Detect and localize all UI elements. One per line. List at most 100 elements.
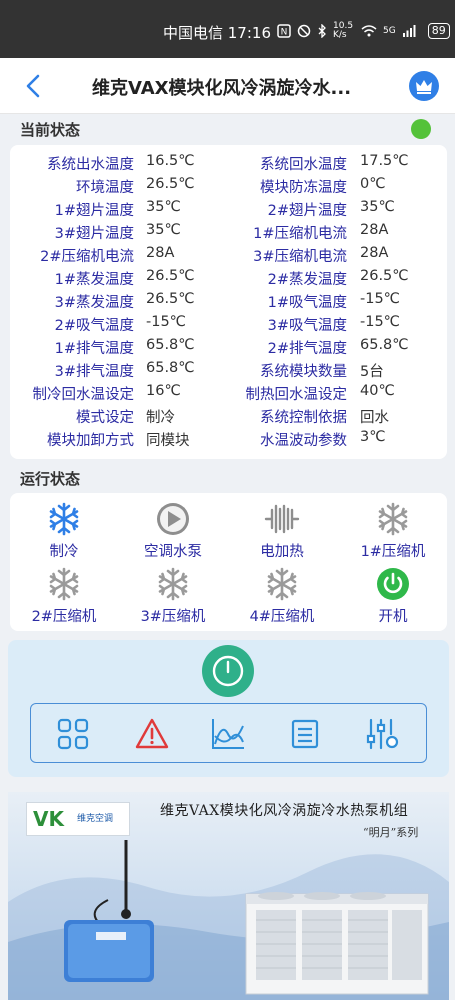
status-row: 系统出水温度 16.5℃ 系统回水温度 17.5℃ [10,151,447,174]
snowflake-icon [267,567,297,601]
power-icon [212,655,244,687]
brand-logo: VK 维克空调 [26,802,130,836]
status-label: 模块防冻温度 [260,180,347,196]
power-button[interactable] [202,645,254,697]
online-status-indicator [411,119,431,139]
curve-icon[interactable] [210,716,246,752]
status-value: 16.5℃ [146,153,195,169]
status-value: 同模块 [146,433,190,449]
status-value: 65.8℃ [146,337,195,353]
status-value: 28A [146,245,175,261]
heater-icon [264,504,300,534]
status-row: 3#蒸发温度 26.5℃ 1#吸气温度 -15℃ [10,289,447,312]
battery-indicator: 89 [427,23,450,39]
carrier-time: 中国电信 17:16 [163,24,271,42]
settings-sliders-icon[interactable] [364,716,400,752]
run-item-label: 制冷 [49,544,79,560]
status-value: 17.5℃ [360,153,409,169]
status-value: 40℃ [360,383,395,399]
grid-icon[interactable] [55,716,91,752]
status-label: 模式设定 [76,410,134,426]
run-item-label: 开机 [378,609,408,625]
function-toolbar [30,703,427,763]
status-row: 制冷回水温设定 16℃ 制热回水温设定 40℃ [10,381,447,404]
run-item-compressor-4: 4#压缩机 [232,566,332,626]
status-label: 1#蒸发温度 [54,272,134,288]
banner-subtitle: “明月”系列 [363,826,419,839]
status-value: 26.5℃ [146,268,195,284]
status-value: 0℃ [360,176,386,192]
current-status-card: 系统出水温度 16.5℃ 系统回水温度 17.5℃ 环境温度 26.5℃ 模块防… [10,145,447,459]
status-label: 2#吸气温度 [54,318,134,334]
status-value: 35℃ [360,199,395,215]
status-value: -15℃ [360,291,400,307]
run-status-card: 制冷 空调水泵 电加热 1#压缩机 2#压缩机 3#压缩机 4#压缩机 开机 [10,493,447,631]
status-value: 65.8℃ [360,337,409,353]
run-item-pump: 空调水泵 [123,501,223,561]
alarm-icon[interactable] [134,716,170,752]
status-value: 65.8℃ [146,360,195,376]
status-label: 3#排气温度 [54,364,134,380]
crown-icon [416,80,432,94]
status-row: 模式设定 制冷 系统控制依据 回水 [10,404,447,427]
status-value: 28A [360,245,389,261]
status-value: 5台 [360,364,384,380]
vip-button[interactable] [409,71,439,101]
status-label: 3#翅片温度 [54,226,134,242]
status-label: 3#压缩机电流 [253,249,347,265]
wifi-icon [361,25,377,37]
svg-text:N: N [281,28,288,38]
system-status-bar: 中国电信 17:16 N 10.5 K/s 5G 89 [0,0,455,58]
logo-mark: VK [33,807,64,831]
status-label: 水温波动参数 [260,433,347,449]
snowflake-icon [49,567,79,601]
snowflake-icon [49,502,79,536]
run-item-heater: 电加热 [232,501,332,561]
run-item-label: 4#压缩机 [249,609,315,625]
status-label: 系统控制依据 [260,410,347,426]
status-value: -15℃ [360,314,400,330]
product-banner: VK 维克空调 维克VAX模块化风冷涡旋冷水热泵机组 “明月”系列 [8,792,449,1000]
signal-type: 5G [383,26,396,36]
status-icons: N 10.5 K/s 5G 89 [277,22,450,40]
status-row: 2#吸气温度 -15℃ 3#吸气温度 -15℃ [10,312,447,335]
run-item-compressor-1: 1#压缩机 [343,501,443,561]
signal-icon [402,25,416,37]
back-button[interactable] [20,72,46,100]
run-item-compressor-2: 2#压缩机 [14,566,114,626]
status-label: 1#吸气温度 [267,295,347,311]
status-value: 26.5℃ [146,176,195,192]
status-label: 3#吸气温度 [267,318,347,334]
status-label: 1#翅片温度 [54,203,134,219]
status-value: 35℃ [146,222,181,238]
status-row: 环境温度 26.5℃ 模块防冻温度 0℃ [10,174,447,197]
run-item-label: 2#压缩机 [31,609,97,625]
status-label: 系统回水温度 [260,157,347,173]
status-row: 模块加卸方式 同模块 水温波动参数 3℃ [10,427,447,450]
status-value: 26.5℃ [360,268,409,284]
status-row: 1#排气温度 65.8℃ 2#排气温度 65.8℃ [10,335,447,358]
status-value: 3℃ [360,429,386,445]
power-icon [377,568,409,600]
status-value: 35℃ [146,199,181,215]
list-icon[interactable] [287,716,323,752]
chevron-left-icon [26,74,40,98]
current-status-title: 当前状态 [20,121,81,139]
status-label: 制冷回水温设定 [32,387,135,403]
status-label: 2#翅片温度 [267,203,347,219]
nfc-icon: N [277,24,291,38]
status-row: 3#翅片温度 35℃ 1#压缩机电流 28A [10,220,447,243]
logo-text: 维克空调 [77,814,114,824]
status-label: 系统出水温度 [47,157,134,173]
status-label: 1#排气温度 [54,341,134,357]
status-value: -15℃ [146,314,186,330]
run-item-power-on: 开机 [343,566,443,626]
status-label: 2#压缩机电流 [40,249,134,265]
status-label: 3#蒸发温度 [54,295,134,311]
banner-title: 维克VAX模块化风冷涡旋冷水热泵机组 [160,803,409,819]
app-header: 维克VAX模块化风冷涡旋冷水... [0,58,455,114]
status-value: 制冷 [146,410,175,426]
status-label: 制热回水温设定 [245,387,348,403]
run-item-cooling: 制冷 [14,501,114,561]
status-row: 1#蒸发温度 26.5℃ 2#蒸发温度 26.5℃ [10,266,447,289]
